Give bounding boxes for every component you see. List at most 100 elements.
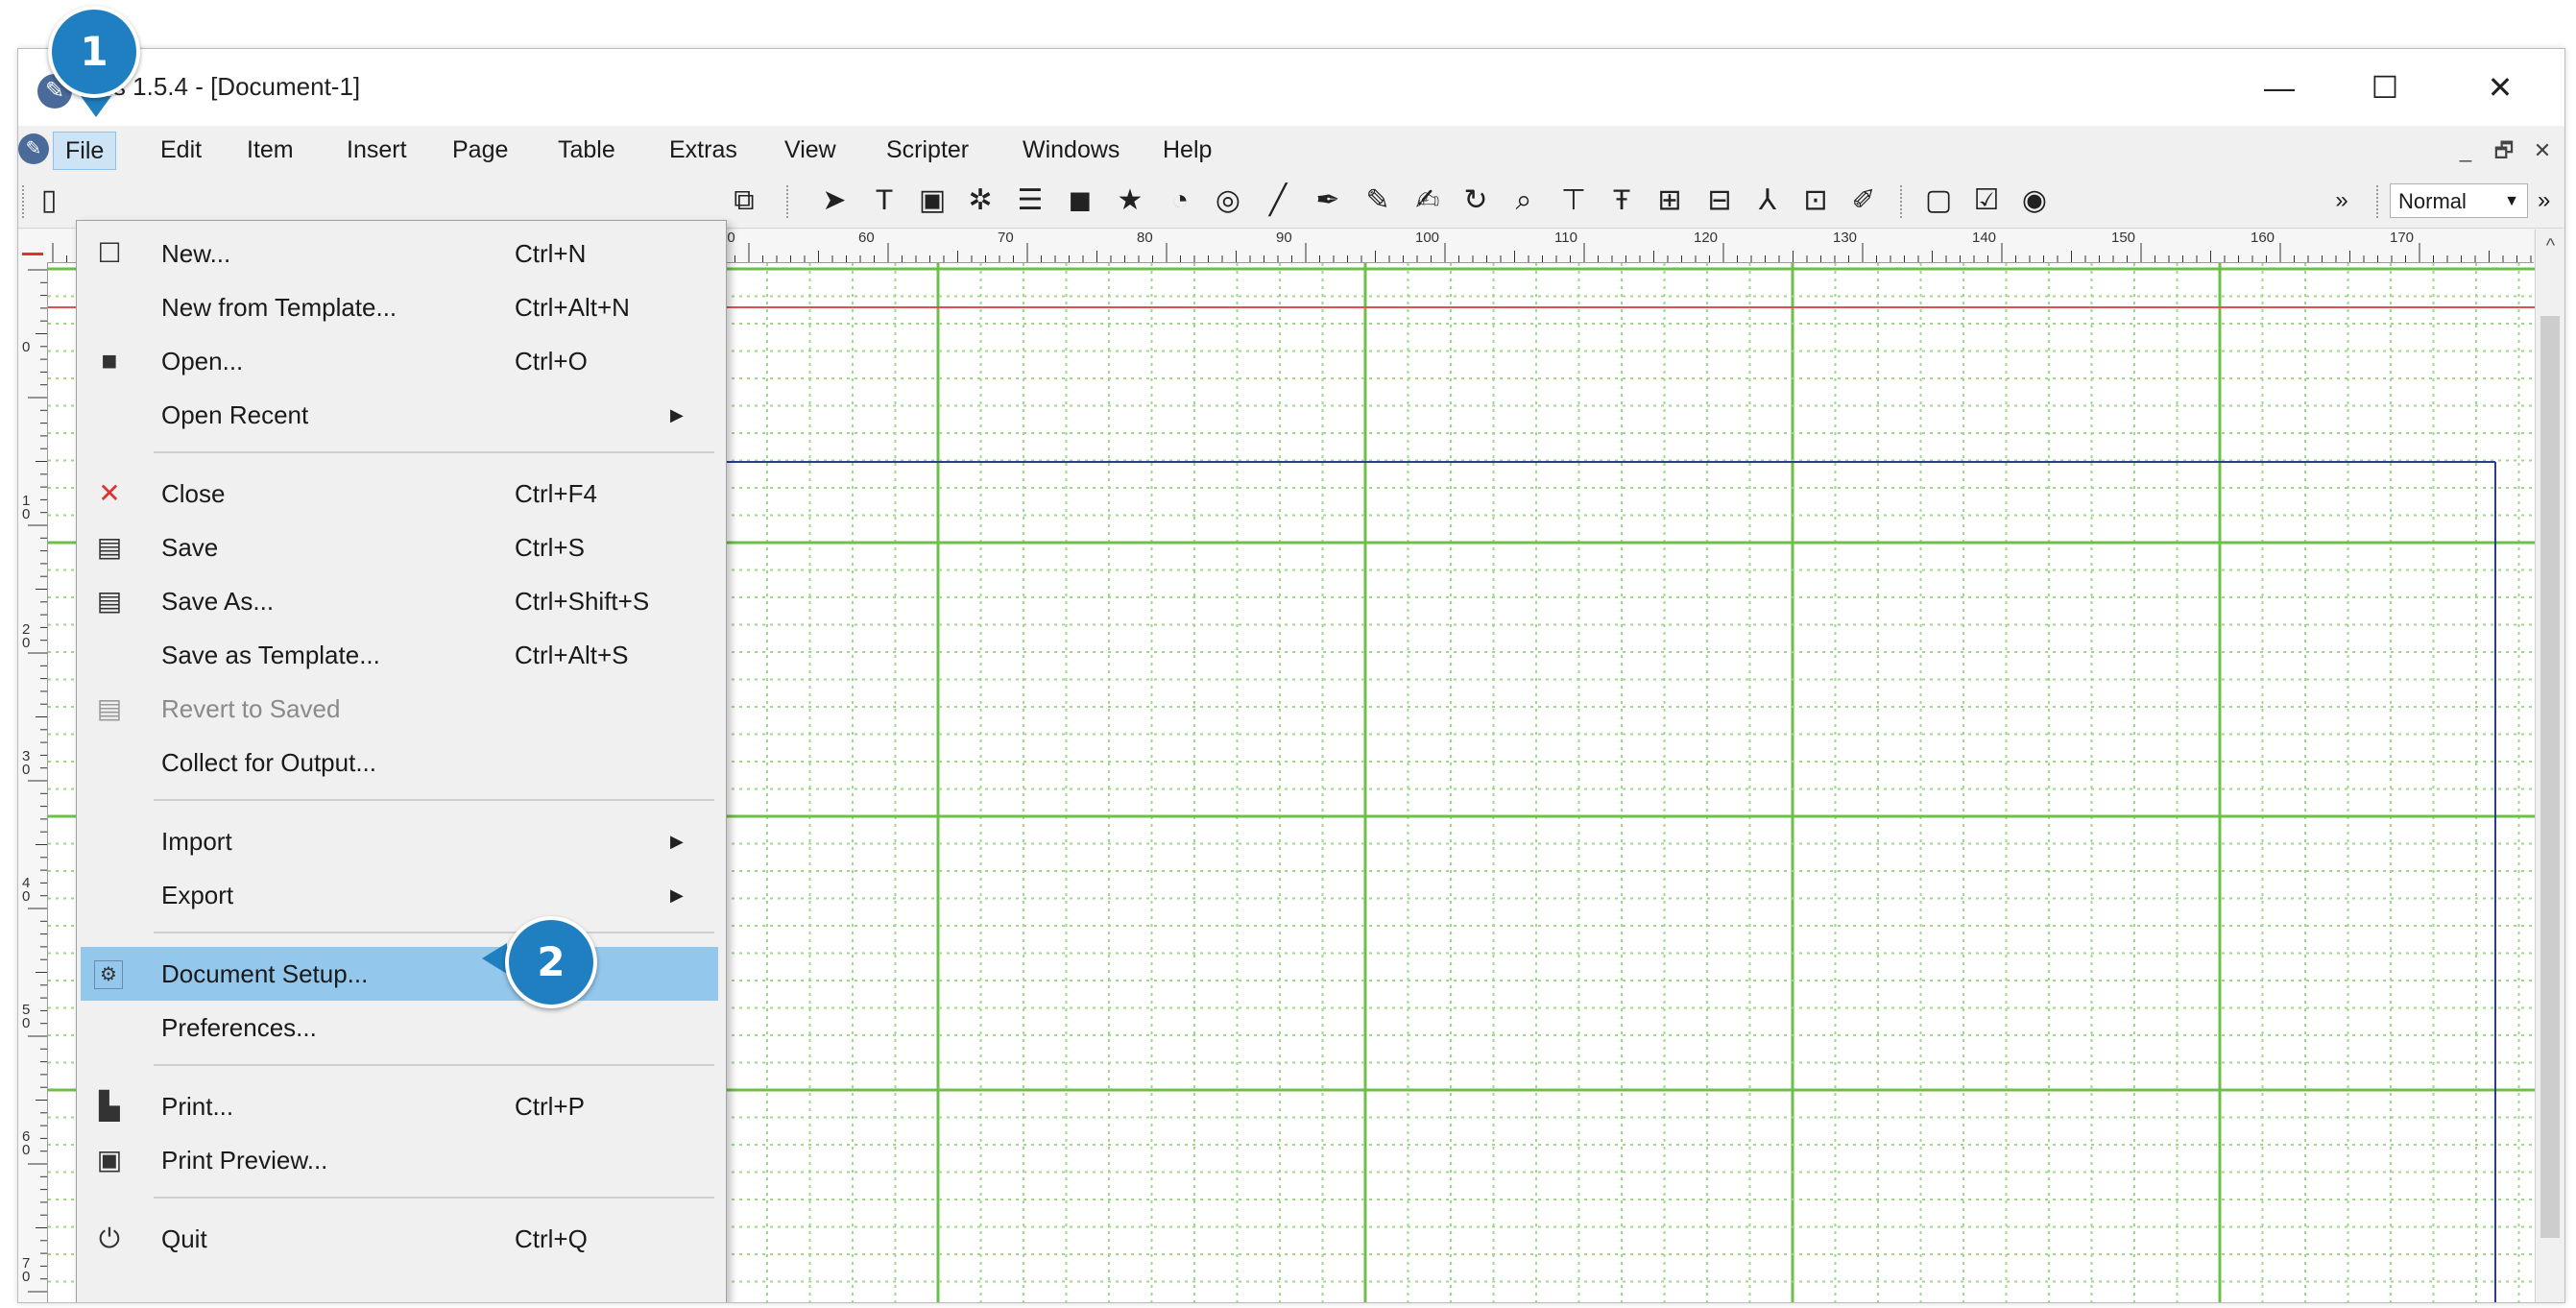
submenu-arrow-icon: ▶ [670, 885, 684, 905]
menu-separator [154, 451, 714, 453]
menu-label: Save As... [161, 587, 275, 616]
menu-import[interactable]: Import ▶ [81, 814, 718, 868]
line-icon[interactable]: ╱ [1259, 182, 1297, 220]
select-icon[interactable]: ➤ [815, 182, 854, 220]
doc-restore-button[interactable]: 🗗 [2488, 135, 2520, 166]
ruler-label: 100 [1415, 230, 1440, 246]
menu-shortcut: Ctrl+Alt+S [515, 641, 629, 669]
pdf-checkbox-icon[interactable]: ☑ [1967, 182, 2006, 220]
edit-text-icon[interactable]: Ŧ [1602, 182, 1641, 220]
menu-save-as-template[interactable]: Save as Template... Ctrl+Alt+S [81, 628, 718, 682]
link-frames-icon[interactable]: ⊞ [1650, 182, 1689, 220]
menu-print-preview[interactable]: ▣ Print Preview... [81, 1133, 718, 1187]
menu-close[interactable]: ✕ Close Ctrl+F4 [81, 467, 718, 521]
vertical-scrollbar[interactable]: ^ [2535, 230, 2564, 1302]
doc-close-button[interactable]: ✕ [2526, 135, 2559, 166]
shape-icon[interactable]: ◼ [1061, 182, 1099, 220]
table-icon[interactable]: ☰ [1011, 182, 1049, 220]
vertical-ruler[interactable]: 0 10 20 30 40 50 60 70 [18, 262, 48, 1302]
ruler-label: 110 [1554, 230, 1577, 246]
step-1-pointer [81, 96, 111, 117]
bezier-icon[interactable]: ✒ [1309, 182, 1347, 220]
title-bar: ✎ bus 1.5.4 - [Document-1] — ☐ ✕ [18, 49, 2564, 126]
pdf-radio-icon[interactable]: ◉ [2015, 182, 2054, 220]
menu-file[interactable]: File [53, 132, 117, 170]
menu-shortcut: Ctrl+Alt+N [515, 293, 630, 322]
menu-new-from-template[interactable]: New from Template... Ctrl+Alt+N [81, 280, 718, 334]
menu-separator [154, 1064, 714, 1066]
freehand-icon[interactable]: ✎ [1359, 182, 1397, 220]
calligraphic-icon[interactable]: ✍ [1408, 182, 1447, 220]
menu-open-recent[interactable]: Open Recent ▶ [81, 388, 718, 442]
text-frame-icon[interactable]: T [865, 182, 903, 220]
floppy-disk-icon: ▤ [96, 586, 123, 616]
menu-insert[interactable]: Insert [335, 132, 419, 168]
menu-shortcut: Ctrl+S [515, 533, 585, 562]
toolbar-overflow-icon-2[interactable]: » [2538, 182, 2550, 220]
menu-label: Quit [161, 1224, 207, 1253]
document-menu-icon[interactable]: ✎ [18, 133, 49, 164]
menu-windows[interactable]: Windows [1011, 132, 1131, 168]
ruler-label: 70 [998, 230, 1014, 246]
render-frame-icon[interactable]: ✲ [961, 182, 999, 220]
close-window-button[interactable]: ✕ [2457, 61, 2543, 114]
menu-open[interactable]: ■ Open... Ctrl+O [81, 334, 718, 388]
edit-contents-icon[interactable]: ⊤ [1554, 182, 1593, 220]
menu-document-setup[interactable]: ⚙ Document Setup... [81, 947, 718, 1001]
menu-label: Print Preview... [161, 1146, 328, 1175]
minimize-button[interactable]: — [2236, 61, 2323, 114]
edit-mode-select[interactable]: Normal ▼ [2390, 183, 2528, 218]
scroll-up-icon[interactable]: ^ [2536, 230, 2564, 262]
menu-label: Document Setup... [161, 959, 369, 988]
menu-page[interactable]: Page [441, 132, 519, 168]
menu-item[interactable]: Item [235, 132, 305, 168]
rotate-icon[interactable]: ↻ [1457, 182, 1495, 220]
menu-revert-to-saved: ▤ Revert to Saved [81, 682, 718, 736]
ruler-label: 150 [2111, 230, 2136, 246]
ruler-label: 40 [22, 875, 31, 905]
menu-label: Save as Template... [161, 641, 380, 669]
unknown-icon[interactable]: ▯ [30, 182, 68, 220]
ruler-label: 10 [22, 493, 31, 522]
menu-extras[interactable]: Extras [658, 132, 749, 168]
menu-shortcut: Ctrl+Q [515, 1224, 588, 1253]
menu-view[interactable]: View [773, 132, 848, 168]
menu-table[interactable]: Table [546, 132, 627, 168]
ruler-label: 30 [22, 748, 31, 778]
unlink-frames-icon[interactable]: ⊟ [1700, 182, 1739, 220]
toolbar-overflow-icon[interactable]: » [2323, 182, 2361, 220]
eyedropper-icon[interactable]: ✐ [1844, 182, 1883, 220]
ruler-corner[interactable] [18, 230, 48, 263]
menu-print[interactable]: ▙ Print... Ctrl+P [81, 1079, 718, 1133]
menu-help[interactable]: Help [1151, 132, 1223, 168]
polygon-icon[interactable]: ★ [1111, 182, 1149, 220]
zoom-icon[interactable]: ⌕ [1505, 182, 1543, 220]
spiral-icon[interactable]: ◎ [1209, 182, 1247, 220]
paste-icon[interactable]: ⧉ [725, 182, 763, 220]
maximize-button[interactable]: ☐ [2342, 61, 2428, 114]
menu-collect-for-output[interactable]: Collect for Output... [81, 736, 718, 789]
menu-shortcut: Ctrl+Shift+S [515, 587, 650, 616]
menu-label: Save [161, 533, 219, 562]
menu-edit[interactable]: Edit [149, 132, 213, 168]
menu-save-as[interactable]: ▤ Save As... Ctrl+Shift+S [81, 574, 718, 628]
arc-icon[interactable]: ◔ [1161, 182, 1199, 220]
copy-properties-icon[interactable]: ⊡ [1796, 182, 1835, 220]
menu-label: Export [161, 881, 234, 909]
measure-icon[interactable]: ⅄ [1748, 182, 1787, 220]
menu-quit[interactable]: ⏻ Quit Ctrl+Q [81, 1212, 718, 1266]
step-2-badge: 2 [505, 916, 597, 1008]
menu-label: Collect for Output... [161, 748, 376, 777]
menu-save[interactable]: ▤ Save Ctrl+S [81, 521, 718, 574]
scrollbar-thumb[interactable] [2540, 316, 2560, 1238]
application-window: ✎ bus 1.5.4 - [Document-1] — ☐ ✕ ✎ File … [17, 48, 2565, 1303]
menu-scripter[interactable]: Scripter [875, 132, 980, 168]
ruler-label: 130 [1833, 230, 1858, 246]
pdf-push-button-icon[interactable]: ▢ [1919, 182, 1958, 220]
image-frame-icon[interactable]: ▣ [913, 182, 951, 220]
menu-preferences[interactable]: Preferences... [81, 1001, 718, 1054]
menu-new[interactable]: ☐ New... Ctrl+N [81, 227, 718, 280]
menu-bar: ✎ File Edit Item Insert Page Table Extra… [18, 126, 2564, 174]
doc-minimize-button[interactable]: _ [2449, 135, 2482, 166]
menu-export[interactable]: Export ▶ [81, 868, 718, 922]
